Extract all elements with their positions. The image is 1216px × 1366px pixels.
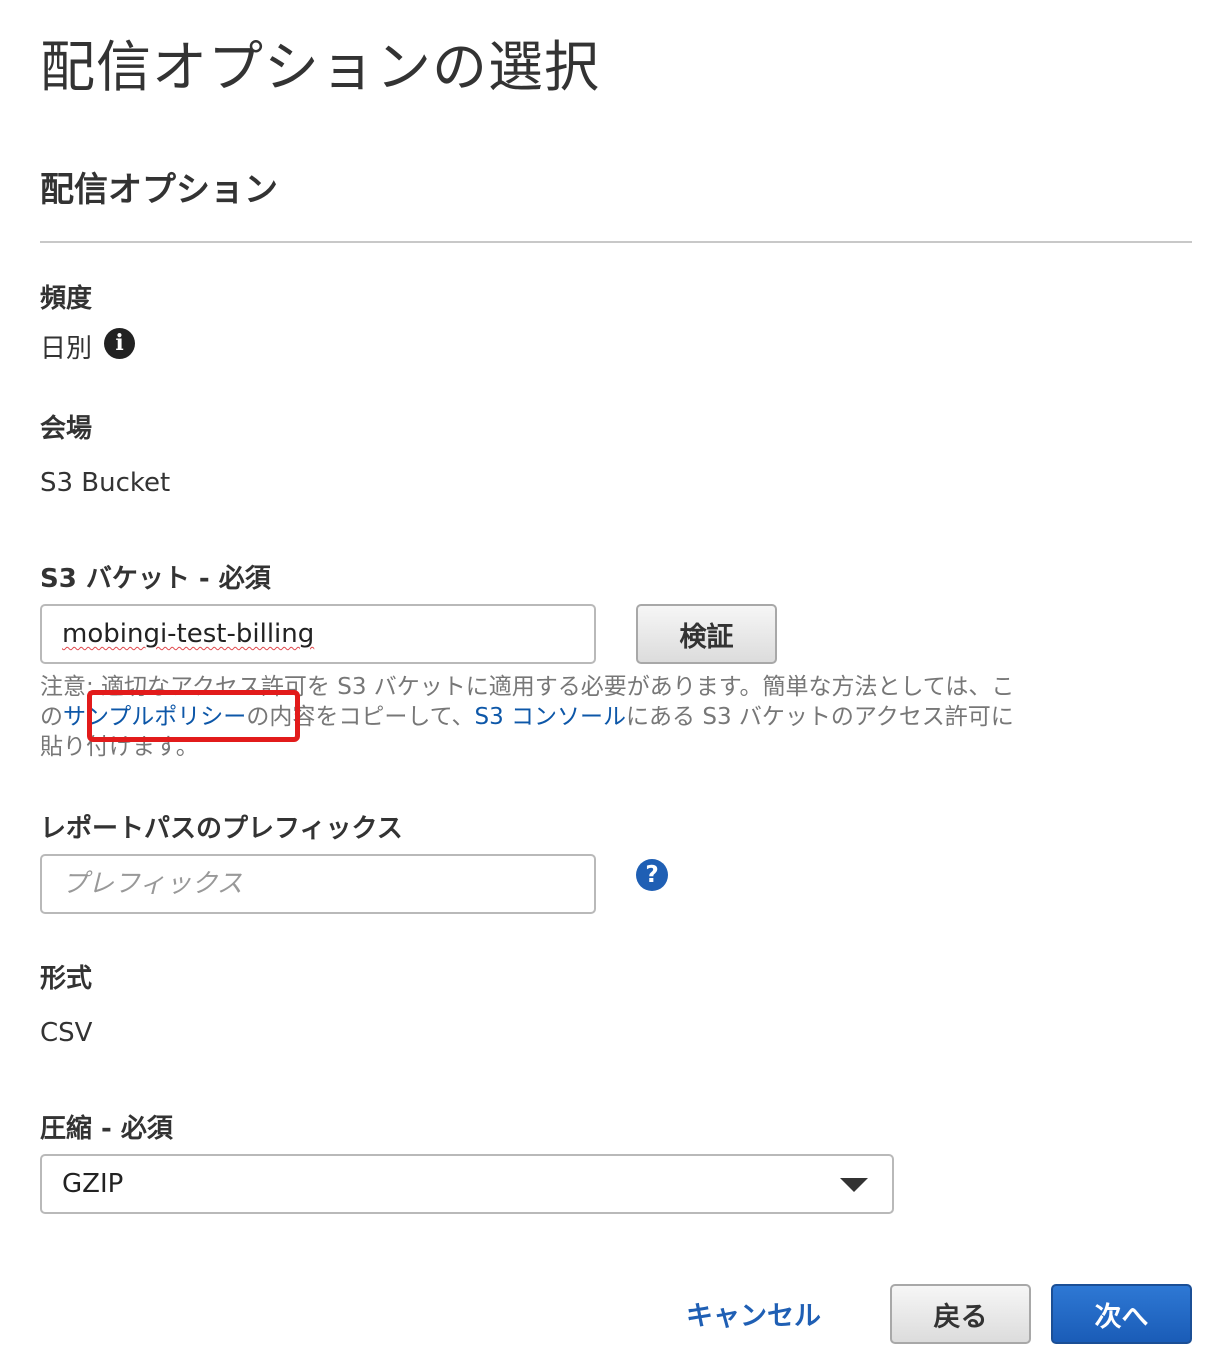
chevron-down-icon [840,1178,868,1192]
destination-label: 会場 [40,414,93,444]
next-button[interactable]: 次へ [1051,1284,1192,1344]
destination-value: S3 Bucket [40,468,171,498]
back-button[interactable]: 戻る [890,1284,1031,1344]
page-title: 配信オプションの選択 [40,35,601,99]
s3-bucket-label: S3 バケット - 必須 [40,564,271,594]
highlight-box [87,690,300,742]
report-prefix-input[interactable]: プレフィックス [40,854,596,914]
s3-bucket-input-value: mobingi-test-billing [62,619,315,649]
format-label: 形式 [40,964,93,994]
frequency-label: 頻度 [40,284,93,314]
format-value: CSV [40,1018,93,1048]
section-divider [40,241,1192,243]
info-icon[interactable]: i [104,328,135,359]
report-prefix-label: レポートパスのプレフィックス [40,814,403,844]
help-icon[interactable]: ? [636,859,668,891]
verify-button[interactable]: 検証 [636,604,777,664]
compression-select[interactable]: GZIP [40,1154,894,1214]
s3-console-link[interactable]: S3 コンソール [474,704,626,730]
frequency-value: 日別 [40,334,93,364]
compression-label: 圧縮 - 必須 [40,1114,173,1144]
report-prefix-placeholder: プレフィックス [62,869,243,899]
s3-bucket-input[interactable]: mobingi-test-billing [40,604,596,664]
section-title: 配信オプション [40,170,278,210]
cancel-button[interactable]: キャンセル [686,1294,821,1333]
compression-selected-value: GZIP [62,1169,124,1199]
